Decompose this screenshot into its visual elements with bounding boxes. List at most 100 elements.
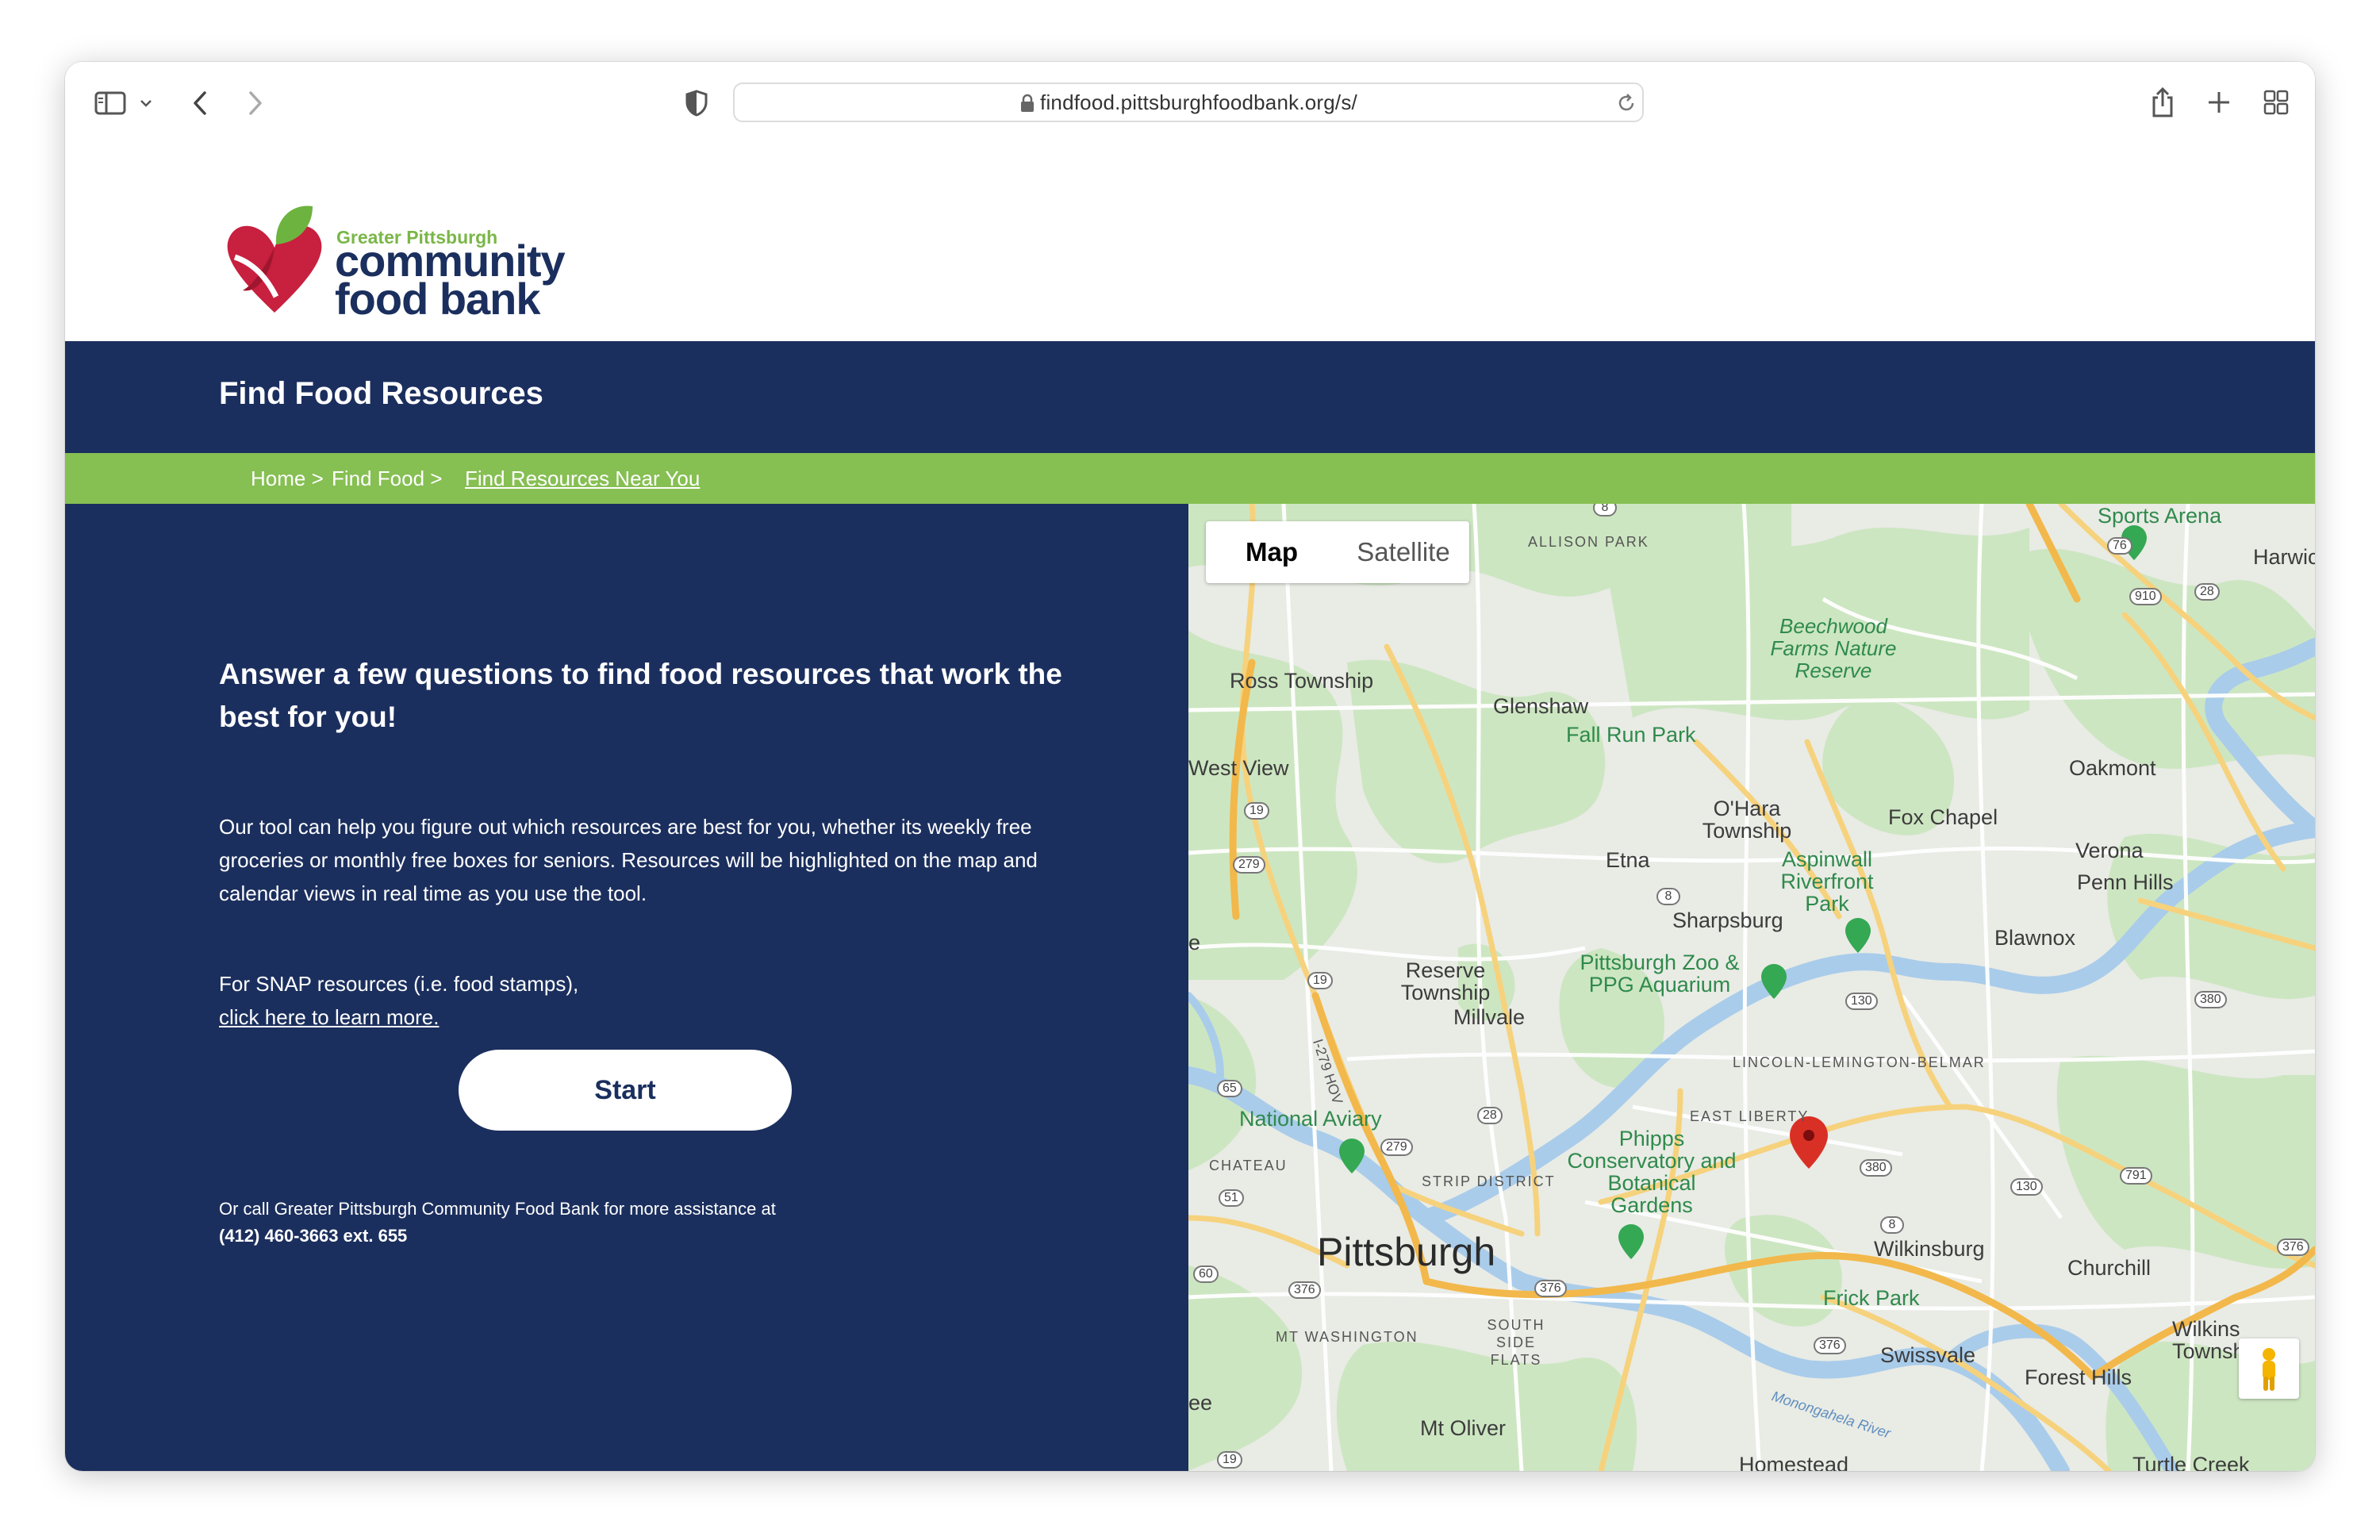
questionnaire-panel: Answer a few questions to find food reso…	[65, 504, 1188, 1471]
address-bar[interactable]: findfood.pittsburghfoodbank.org/s/	[733, 83, 1644, 122]
road-shield: 279	[1380, 1139, 1413, 1156]
road-shield: 791	[2120, 1167, 2152, 1185]
road-shield: 130	[2010, 1178, 2043, 1196]
road-shield: 19	[1307, 972, 1333, 989]
tab-overview-icon[interactable]	[2263, 89, 2290, 116]
map-type-map[interactable]: Map	[1206, 521, 1338, 583]
browser-toolbar: findfood.pittsburghfoodbank.org/s/	[65, 62, 2315, 146]
map-park-label: Fall Run Park	[1566, 723, 1696, 747]
browser-window: findfood.pittsburghfoodbank.org/s/ Great…	[65, 62, 2315, 1471]
resource-map[interactable]: Map Satellite Ross Township Glenshaw Wes…	[1188, 504, 2315, 1471]
map-place-label: Oakmont	[2069, 756, 2156, 780]
road-shield: 380	[2194, 991, 2227, 1008]
page: Greater Pittsburgh community food bank F…	[65, 144, 2315, 1471]
map-park-label: Frick Park	[1823, 1286, 1920, 1310]
map-park-label: Sports Arena	[2098, 504, 2222, 528]
privacy-shield-icon[interactable]	[684, 89, 709, 117]
road-shield: 19	[1244, 802, 1269, 820]
breadcrumb-find-food[interactable]: Find Food >	[332, 467, 442, 491]
start-button[interactable]: Start	[459, 1050, 792, 1131]
logo-word-food-bank: food bank	[335, 274, 541, 324]
map-type-satellite[interactable]: Satellite	[1338, 521, 1469, 583]
road-shield: 376	[1814, 1337, 1846, 1354]
map-place-label: Blawnox	[1994, 926, 2076, 950]
map-place-label: Verona	[2075, 839, 2144, 862]
intro-heading: Answer a few questions to find food reso…	[219, 658, 1062, 733]
map-place-label: Homestead	[1739, 1453, 1849, 1471]
map-district-label: MT WASHINGTON	[1276, 1329, 1418, 1345]
road-shield: 60	[1193, 1265, 1219, 1283]
new-tab-icon[interactable]	[2205, 89, 2232, 116]
breadcrumb-current[interactable]: Find Resources Near You	[465, 467, 700, 491]
road-shield: 910	[2129, 588, 2162, 605]
reload-icon[interactable]	[1615, 92, 1637, 114]
road-shield: 130	[1845, 993, 1878, 1010]
road-shield: 380	[1860, 1159, 1892, 1177]
map-park-label: National Aviary	[1239, 1107, 1382, 1131]
share-icon[interactable]	[2148, 86, 2177, 119]
street-view-pegman-icon[interactable]	[2239, 1338, 2299, 1399]
snap-learn-more-link[interactable]: click here to learn more.	[219, 1000, 439, 1034]
map-place-label: Turtle Creek	[2132, 1453, 2250, 1471]
map-place-label: Churchill	[2067, 1256, 2152, 1280]
map-city-label: Pittsburgh	[1317, 1230, 1496, 1274]
phone-number: (412) 460-3663 ext. 655	[219, 1226, 408, 1246]
road-shield: 28	[2194, 583, 2220, 601]
map-park-label: Aspinwall Riverfront Park	[1780, 847, 1874, 916]
map-district-label: ALLISON PARK	[1528, 534, 1649, 550]
road-shield: 376	[1534, 1280, 1567, 1297]
road-shield: 19	[1217, 1451, 1242, 1469]
map-place-label: ee	[1188, 1391, 1213, 1415]
sidebar-toggle-icon[interactable]	[94, 90, 127, 116]
map-place-label: O'Hara Township	[1702, 797, 1792, 843]
logo-heart-icon[interactable]	[219, 202, 330, 319]
road-shield: 279	[1233, 856, 1265, 874]
map-district-label: STRIP DISTRICT	[1422, 1173, 1556, 1189]
map-district-label: SOUTH SIDE FLATS	[1487, 1317, 1545, 1368]
road-shield: 376	[2277, 1239, 2309, 1256]
map-place-label: West View	[1188, 756, 1289, 780]
call-text: Or call Greater Pittsburgh Community Foo…	[219, 1199, 776, 1219]
breadcrumb-home[interactable]: Home >	[251, 467, 324, 491]
road-shield: 76	[2107, 537, 2132, 555]
road-shield: 8	[1593, 504, 1617, 517]
map-place-label: Ross Township	[1230, 669, 1374, 693]
snap-text: For SNAP resources (i.e. food stamps),	[219, 972, 579, 996]
map-place-label: Wilkinsburg	[1874, 1237, 1985, 1261]
map-place-label: Glenshaw	[1493, 694, 1589, 718]
road-shield: 376	[1288, 1281, 1321, 1299]
lock-icon	[1021, 94, 1035, 112]
map-place-label: Forest Hills	[2025, 1365, 2132, 1389]
map-place-label: Mt Oliver	[1420, 1416, 1506, 1440]
map-place-label: Reserve Township	[1400, 958, 1491, 1004]
map-type-toggle[interactable]: Map Satellite	[1206, 521, 1469, 583]
map-place-label: Millvale	[1453, 1005, 1526, 1029]
map-district-label: LINCOLN-LEMINGTON-BELMAR	[1733, 1054, 1986, 1070]
road-shield: 51	[1219, 1189, 1244, 1207]
map-park-label: Beechwood Farms Nature Reserve	[1770, 614, 1897, 682]
map-park-label: Phipps Conservatory and Botanical Garden…	[1567, 1127, 1737, 1217]
breadcrumb: Home > Find Food > Find Resources Near Y…	[65, 453, 2315, 504]
map-place-label: Penn Hills	[2077, 870, 2174, 894]
map-place-label: Swissvale	[1880, 1343, 1976, 1367]
forward-icon[interactable]	[246, 89, 265, 117]
map-park-label: Pittsburgh Zoo & PPG Aquarium	[1580, 950, 1740, 997]
map-place-label: Sharpsburg	[1672, 908, 1783, 932]
map-place-label: Harwic	[2253, 545, 2315, 569]
map-place-label: Fox Chapel	[1888, 805, 1998, 829]
map-place-label: e	[1188, 931, 1201, 954]
page-title: Find Food Resources	[219, 376, 543, 411]
map-district-label: CHATEAU	[1209, 1158, 1288, 1173]
chevron-down-icon[interactable]	[138, 97, 154, 109]
map-district-label: EAST LIBERTY	[1690, 1108, 1810, 1124]
back-icon[interactable]	[190, 89, 209, 117]
road-shield: 65	[1217, 1080, 1242, 1097]
page-title-bar: Find Food Resources	[65, 341, 2315, 453]
intro-description: Our tool can help you figure out which r…	[219, 815, 1038, 905]
logo-header: Greater Pittsburgh community food bank	[65, 144, 2315, 341]
road-shield: 8	[1880, 1216, 1904, 1234]
url-text: findfood.pittsburghfoodbank.org/s/	[1040, 90, 1357, 114]
road-shield: 28	[1477, 1107, 1503, 1124]
map-place-label: Etna	[1606, 848, 1650, 872]
road-shield: 8	[1656, 888, 1680, 905]
